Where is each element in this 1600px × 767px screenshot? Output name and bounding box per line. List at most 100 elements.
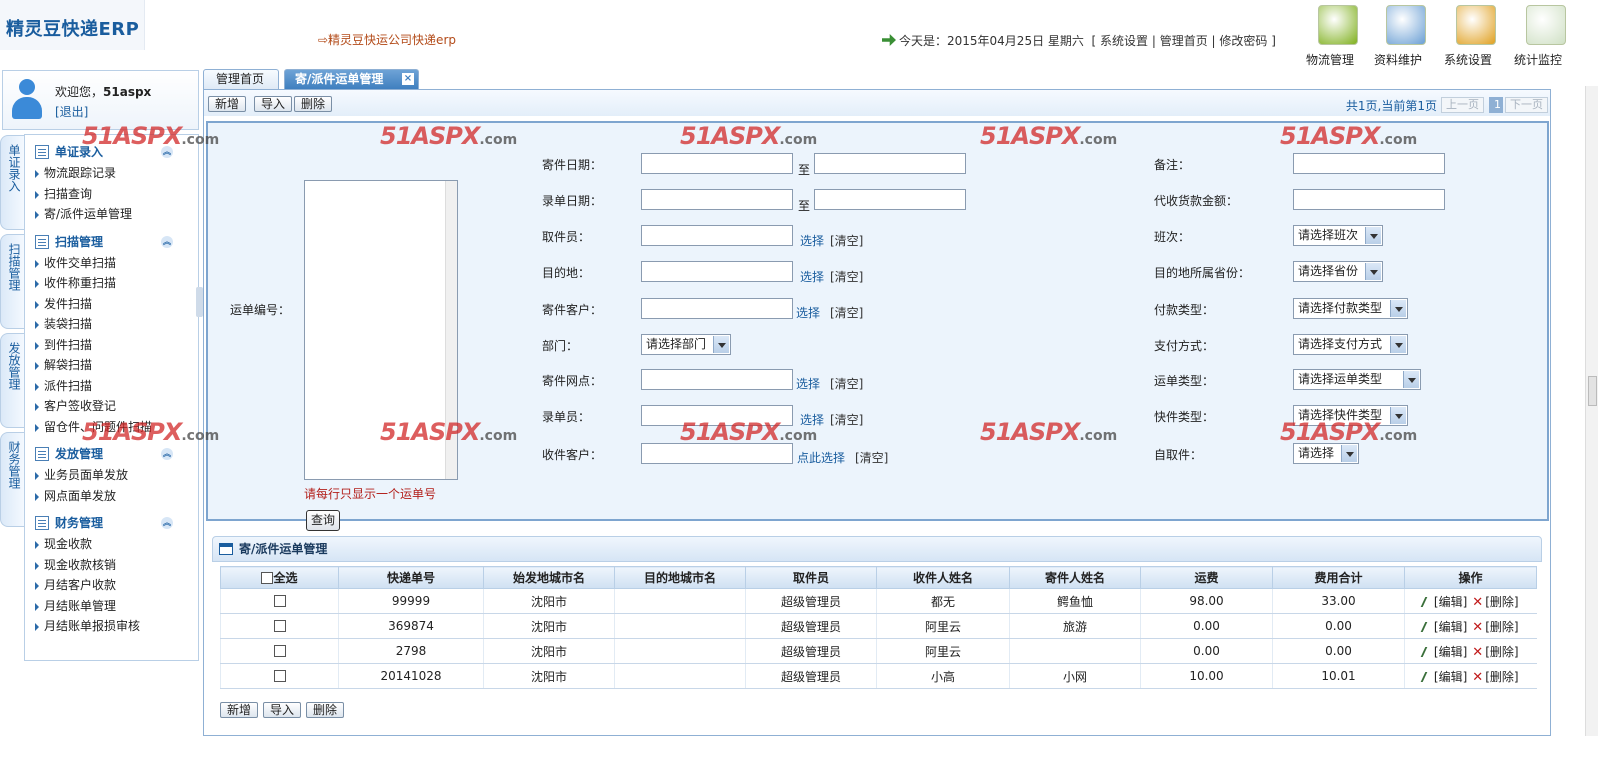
row-checkbox[interactable]: [273, 620, 286, 632]
dest-province-select[interactable]: 请选择省份: [1293, 261, 1383, 282]
menu-group-finance-management[interactable]: 财务管理 ︽: [25, 512, 198, 534]
waybill-number-textarea[interactable]: [304, 180, 458, 480]
entry-staff-input[interactable]: [641, 405, 793, 426]
send-outlet-clear-link[interactable]: [清空]: [830, 375, 863, 392]
statistics-monitor-button[interactable]: 统计监控: [1514, 5, 1578, 67]
menu-group-scan-management[interactable]: 扫描管理 ︽: [25, 231, 198, 253]
vtab-document-entry[interactable]: 单证录入: [0, 135, 24, 230]
menu-item-receive-weigh-scan[interactable]: 收件称重扫描: [25, 273, 198, 294]
row-checkbox[interactable]: [273, 595, 286, 607]
menu-item-arrival-scan[interactable]: 到件扫描: [25, 335, 198, 356]
receiver-customer-input[interactable]: [641, 443, 793, 464]
logistics-management-button[interactable]: 物流管理: [1306, 5, 1370, 67]
delete-button-bottom[interactable]: 删除: [306, 702, 345, 718]
row-checkbox[interactable]: [273, 670, 286, 682]
close-icon[interactable]: ×: [402, 73, 414, 85]
admin-home-link[interactable]: 管理首页: [1160, 34, 1208, 48]
select-all-checkbox[interactable]: [261, 572, 274, 584]
menu-group-document-entry[interactable]: 单证录入 ︽: [25, 141, 198, 163]
menu-item-cash-receipt[interactable]: 现金收款: [25, 534, 198, 555]
collapse-icon[interactable]: ︽: [161, 448, 173, 460]
pickup-staff-select-link[interactable]: 选择: [800, 232, 824, 249]
send-outlet-input[interactable]: [641, 369, 793, 390]
delete-link[interactable]: [删除]: [1485, 645, 1518, 659]
vtab-distribution-management[interactable]: 发放管理: [0, 333, 24, 428]
menu-item-bagging-scan[interactable]: 装袋扫描: [25, 314, 198, 335]
menu-item-waybill-management[interactable]: 寄/派件运单管理: [25, 204, 198, 225]
tab-admin-home[interactable]: 管理首页: [203, 69, 279, 89]
delete-button[interactable]: 删除: [294, 96, 333, 112]
logout-link[interactable]: [退出]: [55, 103, 88, 120]
select-all-header[interactable]: 全选: [220, 566, 339, 589]
destination-clear-link[interactable]: [清空]: [830, 268, 863, 285]
receiver-customer-clear-link[interactable]: [清空]: [855, 449, 888, 466]
entry-staff-clear-link[interactable]: [清空]: [830, 411, 863, 428]
delete-link[interactable]: [删除]: [1485, 620, 1518, 634]
menu-item-scan-query[interactable]: 扫描查询: [25, 184, 198, 205]
add-button-bottom[interactable]: 新增: [220, 702, 259, 718]
pay-type-select[interactable]: 请选择付款类型: [1293, 298, 1408, 319]
menu-item-monthly-customer-receipt[interactable]: 月结客户收款: [25, 575, 198, 596]
menu-group-distribution-management[interactable]: 发放管理 ︽: [25, 443, 198, 465]
destination-select-link[interactable]: 选择: [800, 268, 824, 285]
row-checkbox-cell[interactable]: [220, 663, 339, 689]
send-outlet-select-link[interactable]: 选择: [796, 375, 820, 392]
query-button[interactable]: 查询: [306, 510, 341, 531]
menu-item-dispatch-scan[interactable]: 发件扫描: [25, 294, 198, 315]
entry-staff-select-link[interactable]: 选择: [800, 411, 824, 428]
send-date-start-input[interactable]: [641, 153, 793, 174]
waybill-type-select[interactable]: 请选择运单类型: [1293, 369, 1421, 390]
import-button-bottom[interactable]: 导入: [263, 702, 302, 718]
entry-date-start-input[interactable]: [641, 189, 793, 210]
add-button[interactable]: 新增: [208, 96, 247, 112]
menu-item-monthly-bill-loss-review[interactable]: 月结账单报损审核: [25, 616, 198, 637]
menu-item-unbag-scan[interactable]: 解袋扫描: [25, 355, 198, 376]
remark-input[interactable]: [1293, 153, 1445, 174]
menu-item-receive-handover-scan[interactable]: 收件交单扫描: [25, 253, 198, 274]
prev-page-button[interactable]: 上一页: [1441, 97, 1484, 113]
edit-link[interactable]: [编辑]: [1434, 620, 1467, 634]
delete-link[interactable]: [删除]: [1485, 670, 1518, 684]
menu-item-delivery-scan[interactable]: 派件扫描: [25, 376, 198, 397]
row-checkbox-cell[interactable]: [220, 613, 339, 639]
sender-customer-select-link[interactable]: 选择: [796, 304, 820, 321]
vtab-finance-management[interactable]: 财务管理: [0, 432, 24, 527]
collapse-icon[interactable]: ︽: [161, 235, 173, 248]
menu-item-monthly-bill[interactable]: 月结账单管理: [25, 596, 198, 617]
edit-link[interactable]: [编辑]: [1434, 645, 1467, 659]
receiver-customer-select-link[interactable]: 点此选择: [797, 449, 845, 466]
sender-customer-clear-link[interactable]: [清空]: [830, 304, 863, 321]
system-settings-button[interactable]: 系统设置: [1444, 5, 1508, 67]
change-password-link[interactable]: 修改密码: [1219, 34, 1267, 48]
collapse-icon[interactable]: ︽: [161, 517, 173, 529]
shift-select[interactable]: 请选择班次: [1293, 225, 1383, 246]
parcel-type-select[interactable]: 请选择快件类型: [1293, 405, 1408, 426]
row-checkbox[interactable]: [273, 645, 286, 657]
data-maintenance-button[interactable]: 资料维护: [1374, 5, 1438, 67]
row-checkbox-cell[interactable]: [220, 638, 339, 664]
destination-input[interactable]: [641, 261, 793, 282]
scrollbar-thumb[interactable]: [1588, 376, 1597, 406]
textarea-scrollbar[interactable]: [445, 181, 457, 479]
entry-date-end-input[interactable]: [814, 189, 966, 210]
edit-link[interactable]: [编辑]: [1434, 595, 1467, 609]
import-button[interactable]: 导入: [254, 96, 293, 112]
menu-item-staff-form-issue[interactable]: 业务员面单发放: [25, 465, 198, 486]
menu-item-cash-writeoff[interactable]: 现金收款核销: [25, 555, 198, 576]
sidebar-splitter[interactable]: [196, 287, 203, 317]
menu-item-customer-signoff[interactable]: 客户签收登记: [25, 396, 198, 417]
page-scrollbar[interactable]: [1585, 86, 1598, 736]
pickup-staff-input[interactable]: [641, 225, 793, 246]
sender-customer-input[interactable]: [641, 298, 793, 319]
edit-link[interactable]: [编辑]: [1434, 670, 1467, 684]
pickup-staff-clear-link[interactable]: [清空]: [830, 232, 863, 249]
page-number[interactable]: 1: [1489, 97, 1503, 113]
tab-waybill-management[interactable]: 寄/派件运单管理 ×: [284, 69, 419, 89]
delete-link[interactable]: [删除]: [1485, 595, 1518, 609]
self-pickup-select[interactable]: 请选择: [1293, 443, 1359, 464]
row-checkbox-cell[interactable]: [220, 588, 339, 614]
collapse-icon[interactable]: ︽: [161, 146, 173, 158]
system-settings-link[interactable]: 系统设置: [1100, 34, 1148, 48]
department-select[interactable]: 请选择部门: [641, 334, 731, 355]
cod-amount-input[interactable]: [1293, 189, 1445, 210]
